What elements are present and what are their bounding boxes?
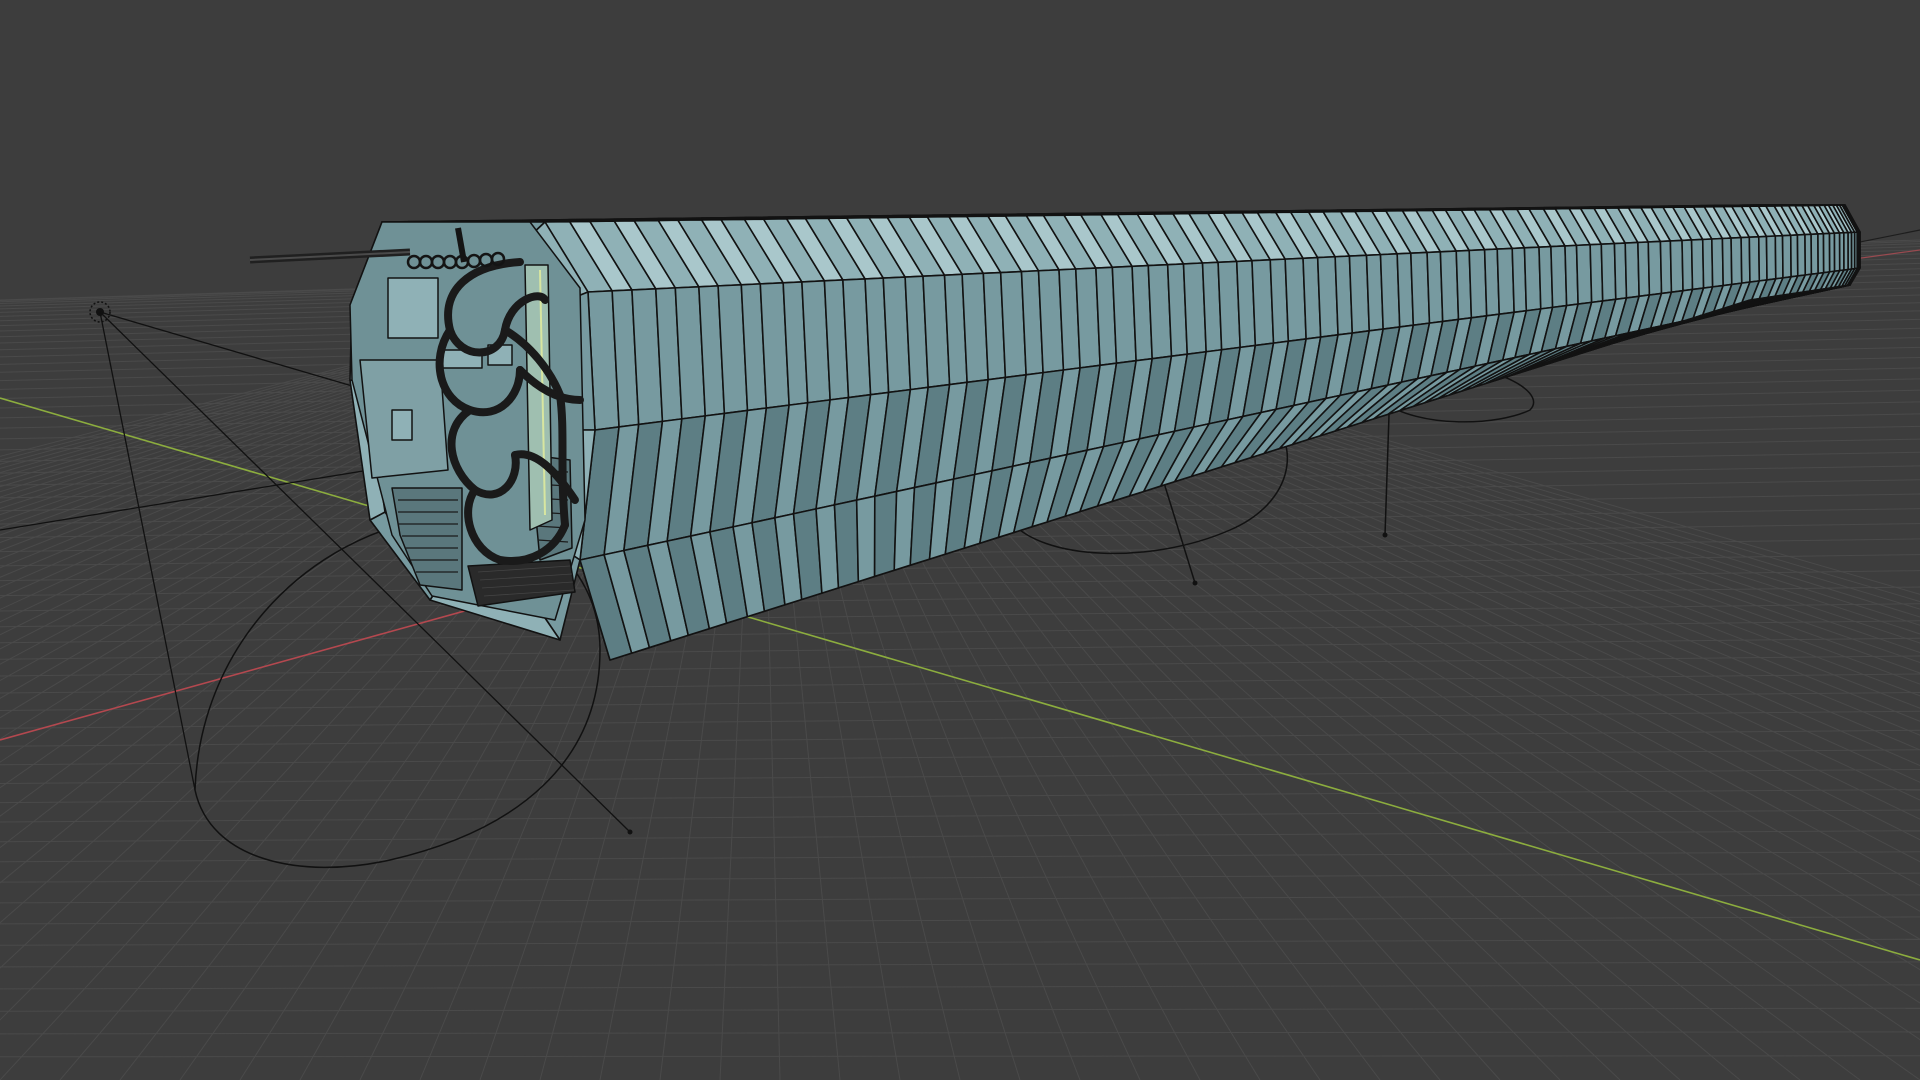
corridor-segment-panel: [1669, 239, 1684, 293]
corridor-segment-groove: [855, 495, 876, 583]
interior-top-left-panel: [387, 277, 439, 339]
corridor-segment-panel: [1600, 242, 1617, 302]
corridor-segment-groove: [1740, 236, 1751, 284]
corridor-segment-panel: [1765, 235, 1777, 281]
corridor-segment-panel: [1748, 235, 1761, 283]
corridor-segment-panel: [1796, 233, 1807, 277]
corridor-segment-groove: [1721, 237, 1733, 287]
grid-line: [0, 570, 1920, 597]
corridor-segment-panel: [833, 499, 860, 589]
viewport-canvas[interactable]: [0, 0, 1920, 1080]
grid-line: [0, 1007, 1920, 1012]
corridor-segment-panel: [1730, 236, 1743, 286]
corridor-segment-panel: [1647, 240, 1663, 296]
grid-line: [0, 710, 1920, 729]
grid-line: [0, 809, 1920, 823]
grid-line: [0, 637, 1920, 660]
corridor-segment-panel: [1810, 233, 1819, 276]
corridor-segment-panel: [1496, 247, 1515, 316]
grid-line: [0, 554, 1920, 582]
grid-line: [0, 894, 1920, 904]
grid-line: [0, 961, 1920, 968]
corridor-segment-groove: [1757, 235, 1768, 282]
interior-right-wall: [524, 264, 553, 531]
corridor-segment-panel: [1690, 238, 1705, 291]
corridor-segment-panel: [1624, 241, 1640, 299]
grid-line: [0, 851, 1920, 863]
3d-viewport[interactable]: [0, 0, 1920, 1080]
grid-line: [0, 916, 1920, 925]
grid-line: [0, 1055, 1920, 1058]
grid-line: [0, 830, 1920, 843]
grid-line: [0, 938, 1920, 946]
corridor-segment-panel: [1550, 245, 1568, 309]
grid-line: [0, 691, 1920, 711]
corridor-segment-panel: [1711, 237, 1724, 288]
corridor-segment-panel: [1439, 250, 1460, 323]
interior-small-box-1: [391, 409, 413, 441]
grid-line: [0, 1031, 1920, 1035]
corridor-segment-panel: [1781, 234, 1792, 279]
corridor-segment-panel: [1523, 246, 1542, 312]
corridor-segment-panel: [1575, 243, 1593, 305]
corridor-segment-panel: [1468, 248, 1488, 319]
grid-line: [0, 872, 1920, 883]
grid-line: [0, 749, 1920, 766]
grid-line: [0, 729, 1920, 747]
corridor-segment-panel: [873, 490, 898, 578]
corridor-segment-groove: [1857, 231, 1861, 269]
grid-line: [0, 984, 1920, 990]
grid-line: [0, 789, 1920, 804]
